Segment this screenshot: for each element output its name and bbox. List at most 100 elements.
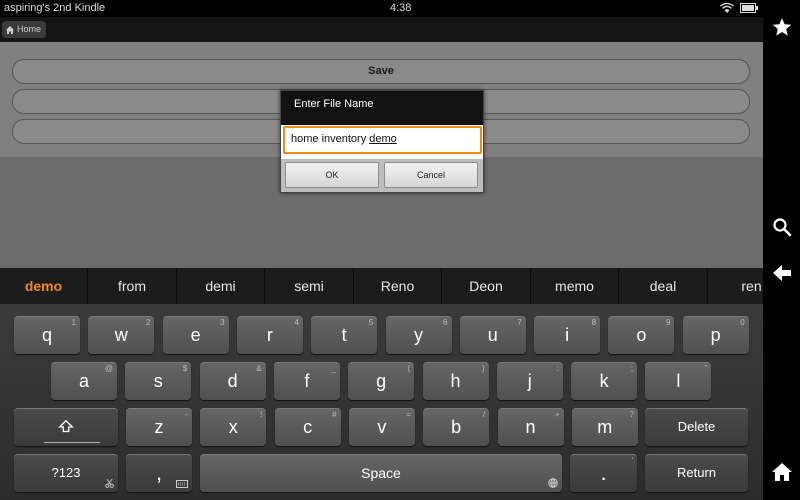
key-alt-label: $: [182, 364, 188, 373]
key-w[interactable]: w2: [88, 316, 155, 354]
key-c[interactable]: c #: [274, 408, 341, 446]
key-alt-label: @: [104, 364, 113, 373]
key-alt-label: 8: [591, 318, 597, 327]
file-name-input[interactable]: home inventory demo: [283, 126, 482, 154]
suggestion-item[interactable]: Reno: [354, 268, 442, 304]
key-k[interactable]: k;: [571, 362, 638, 400]
dialog-title: Enter File Name: [294, 98, 374, 110]
key-n[interactable]: n +: [497, 408, 564, 446]
shift-icon: [58, 419, 74, 433]
comma-key[interactable]: ,: [126, 454, 192, 492]
star-icon[interactable]: [772, 17, 792, 37]
keyboard-settings-icon: [176, 480, 188, 488]
key-alt-label: 1: [71, 318, 76, 327]
key-label: t: [341, 325, 347, 345]
key-z[interactable]: z-: [126, 408, 192, 446]
shift-key[interactable]: [14, 408, 118, 446]
return-key[interactable]: Return: [645, 454, 748, 492]
back-arrow-icon[interactable]: [772, 263, 792, 283]
key-alt-label: 0: [740, 318, 745, 327]
delete-key[interactable]: Delete: [645, 408, 748, 446]
key-t[interactable]: t5: [311, 316, 378, 354]
cancel-button[interactable]: Cancel: [384, 162, 478, 188]
key-alt-label: #: [332, 410, 337, 419]
shift-indicator: [44, 442, 100, 443]
key-l[interactable]: l ": [645, 362, 712, 400]
file-name-composing-text: demo: [369, 133, 397, 145]
save-button[interactable]: Save: [12, 59, 750, 84]
key-j[interactable]: j:: [496, 362, 563, 400]
key-a[interactable]: a @: [51, 362, 117, 400]
key-o[interactable]: o9: [608, 316, 675, 354]
key-alt-label: ?: [629, 410, 634, 419]
key-g[interactable]: g(: [348, 362, 415, 400]
home-icon[interactable]: [772, 462, 792, 482]
suggestion-item[interactable]: demo: [0, 268, 88, 304]
key-x[interactable]: x!: [200, 408, 267, 446]
key-s[interactable]: s $: [125, 362, 192, 400]
key-e[interactable]: e3: [162, 316, 229, 354]
key-label: x: [228, 417, 238, 437]
key-label: h: [450, 371, 461, 391]
key-m[interactable]: m?: [571, 408, 638, 446]
key-f[interactable]: f _: [273, 362, 340, 400]
search-icon[interactable]: [772, 217, 792, 237]
key-label: j: [527, 371, 532, 391]
key-q[interactable]: q1: [14, 316, 80, 354]
key-i[interactable]: i8: [534, 316, 601, 354]
key-label: y: [414, 325, 423, 345]
key-label: n: [525, 417, 536, 437]
symbols-key-label: ?123: [51, 465, 81, 480]
suggestion-item[interactable]: memo: [531, 268, 619, 304]
file-name-dialog: Enter File Name home inventory demo OK C…: [280, 90, 484, 193]
suggestion-item[interactable]: demi: [177, 268, 265, 304]
status-bar: aspiring's 2nd Kindle 4:38: [0, 0, 763, 17]
key-alt-label: 4: [294, 318, 299, 327]
key-alt-label: (: [407, 364, 411, 373]
key-alt-label: ": [704, 364, 708, 373]
ok-button[interactable]: OK: [285, 162, 379, 188]
symbols-key[interactable]: ?123: [14, 454, 118, 492]
key-h[interactable]: h): [422, 362, 489, 400]
key-label: l: [676, 371, 681, 391]
key-label: r: [266, 325, 273, 345]
key-d[interactable]: d &: [199, 362, 266, 400]
period-key-label: .: [600, 460, 607, 485]
system-nav-rail: [763, 0, 800, 500]
device-name: aspiring's 2nd Kindle: [4, 2, 106, 14]
key-v[interactable]: v =: [348, 408, 415, 446]
battery-icon: [740, 3, 758, 13]
home-breadcrumb[interactable]: Home: [2, 21, 47, 38]
on-screen-keyboard: Delete ?123 , Space . ' Return q1w2e3r4t…: [0, 304, 763, 500]
suggestion-item[interactable]: from: [89, 268, 177, 304]
key-label: a: [78, 371, 89, 391]
file-name-text: home inventory: [291, 133, 370, 145]
key-alt-label: ;: [630, 364, 634, 373]
key-p[interactable]: p0: [682, 316, 749, 354]
period-key[interactable]: . ': [570, 454, 637, 492]
key-u[interactable]: u7: [459, 316, 526, 354]
key-alt-label: :: [556, 364, 559, 373]
key-r[interactable]: r4: [236, 316, 303, 354]
suggestion-item[interactable]: semi: [266, 268, 354, 304]
suggestion-item[interactable]: deal: [620, 268, 708, 304]
key-label: z: [154, 417, 164, 437]
key-label: w: [114, 325, 128, 345]
key-label: c: [303, 417, 313, 437]
key-b[interactable]: b /: [423, 408, 490, 446]
key-label: d: [227, 371, 238, 391]
key-alt-label: 7: [517, 318, 522, 327]
wifi-icon: [719, 3, 735, 13]
key-alt-label: ): [481, 364, 485, 373]
key-alt-label: -: [185, 410, 188, 419]
key-alt-label: 3: [220, 318, 225, 327]
key-label: o: [636, 325, 647, 345]
key-y[interactable]: y6: [385, 316, 452, 354]
key-alt-label: /: [482, 410, 486, 419]
space-key-label: Space: [361, 465, 401, 481]
space-key[interactable]: Space: [200, 454, 562, 492]
key-alt-label: !: [260, 410, 263, 419]
suggestion-item[interactable]: Deon: [443, 268, 531, 304]
key-label: i: [565, 325, 570, 345]
suggestion-item[interactable]: ren: [708, 268, 763, 304]
